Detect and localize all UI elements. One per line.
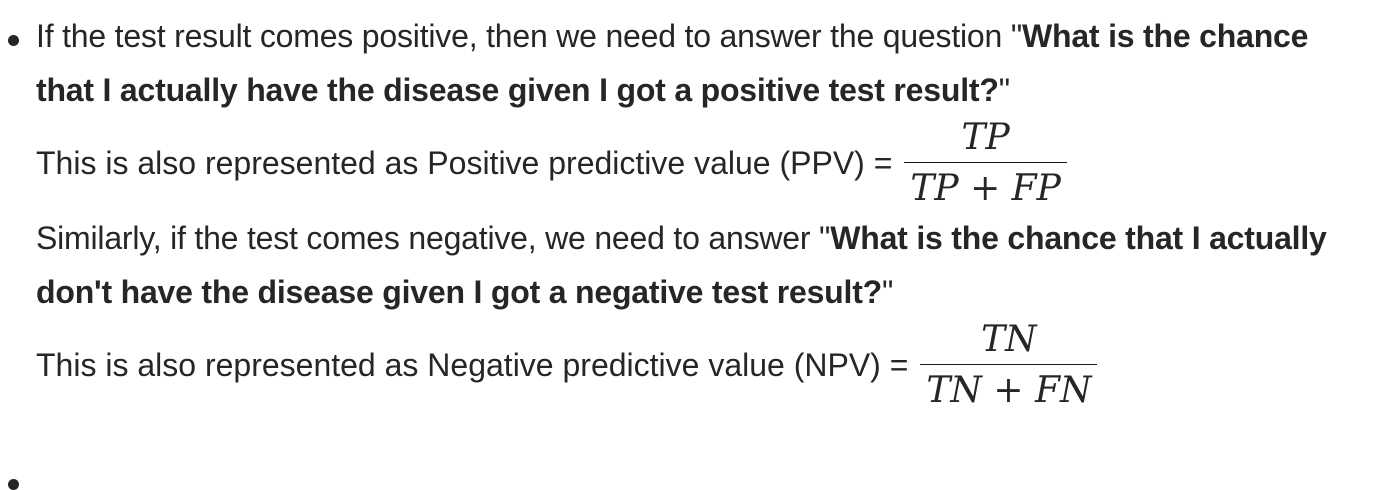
ppv-question-bold-part-1: What is the chance [1021,18,1309,54]
ppv-numerator: TP [961,116,1010,158]
bullet-icon [8,35,19,46]
npv-question-open-quote: " [819,220,831,256]
ppv-question-close-quote: " [998,72,1010,108]
list-item-npv: Similarly, if the test comes negative, w… [0,211,1400,490]
ppv-lead-paragraph: If the test result comes positive, then … [36,0,1400,117]
npv-fraction: TN TN + FN [920,318,1098,411]
npv-lead-text: Similarly, if the test comes negative, w… [36,220,820,256]
npv-question-bold-part-1: What is the chance that I actually [830,220,1327,256]
ppv-lead-text: If the test result comes positive, then … [36,18,1011,54]
npv-question-close-quote: " [882,274,894,310]
ppv-formula-label: This is also represented as Positive pre… [36,144,893,181]
ppv-fraction: TP TP + FP [904,116,1067,209]
ppv-denominator: TP + FP [904,161,1067,209]
npv-denominator: TN + FN [920,363,1098,411]
bullet-list: If the test result comes positive, then … [0,0,1400,490]
npv-formula-label: This is also represented as Negative pre… [36,346,909,383]
list-item-ppv: If the test result comes positive, then … [0,0,1400,209]
npv-question-bold-part-2: don't have the disease given I got a neg… [36,274,883,310]
ppv-question-open-quote: " [1010,18,1022,54]
npv-numerator: TN [981,318,1037,360]
ppv-question-bold-part-2: that I actually have the disease given I… [36,72,999,108]
npv-lead-paragraph: Similarly, if the test comes negative, w… [36,211,1400,319]
ppv-formula-line: This is also represented as Positive pre… [36,117,1400,209]
npv-formula-line: This is also represented as Negative pre… [36,319,1400,411]
bullet-icon [8,479,19,490]
